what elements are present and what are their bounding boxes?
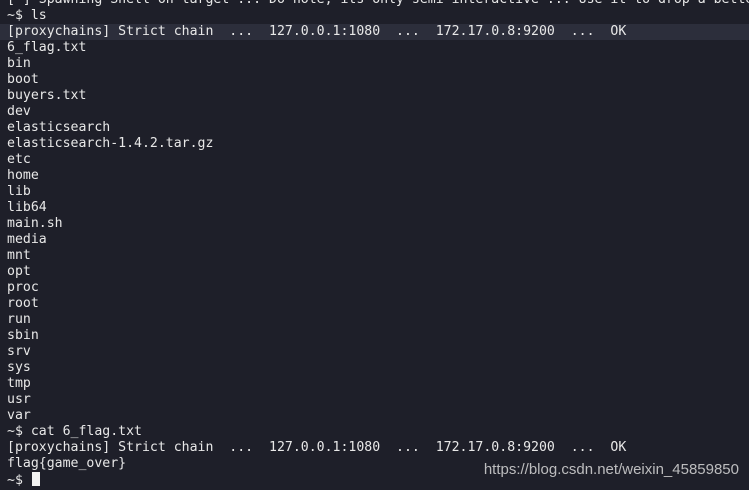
terminal-line: mnt — [7, 248, 31, 263]
terminal-line: proc — [7, 280, 39, 295]
terminal-line: [*] Spawning Shell on target ... Do note… — [0, 0, 749, 8]
proxychains-line: [proxychains] Strict chain ... 127.0.0.1… — [0, 24, 749, 40]
terminal-line: elasticsearch-1.4.2.tar.gz — [7, 136, 214, 151]
terminal-line: buyers.txt — [7, 88, 87, 103]
terminal-line: lib64 — [7, 200, 47, 215]
terminal-line: var — [7, 408, 31, 423]
terminal-line: elasticsearch — [7, 120, 111, 135]
terminal-line: usr — [7, 392, 31, 407]
terminal-line: bin — [7, 56, 31, 71]
text-cursor — [31, 472, 40, 486]
terminal-line: srv — [7, 344, 31, 359]
shell-prompt: ~$ — [7, 473, 31, 488]
terminal-line: ~$ cat 6_flag.txt — [7, 424, 142, 439]
terminal-line: etc — [7, 152, 31, 167]
terminal-line: sbin — [7, 328, 39, 343]
terminal-line: main.sh — [7, 216, 63, 231]
terminal-line: run — [7, 312, 31, 327]
terminal-line: opt — [7, 264, 31, 279]
terminal-line: home — [7, 168, 39, 183]
terminal-line: tmp — [7, 376, 31, 391]
terminal-line: media — [7, 232, 47, 247]
terminal-line: dev — [7, 104, 31, 119]
terminal-line: sys — [7, 360, 31, 375]
watermark: https://blog.csdn.net/weixin_45859850 — [483, 461, 739, 478]
terminal-line: boot — [7, 72, 39, 87]
terminal-line: 6_flag.txt — [7, 40, 87, 55]
terminal-line: lib — [7, 184, 31, 199]
terminal-line: ~$ ls — [7, 8, 47, 23]
terminal-output: [*] Spawning Shell on target ... Do note… — [0, 0, 749, 488]
proxychains-line: [proxychains] Strict chain ... 127.0.0.1… — [7, 440, 627, 455]
terminal-line: root — [7, 296, 39, 311]
